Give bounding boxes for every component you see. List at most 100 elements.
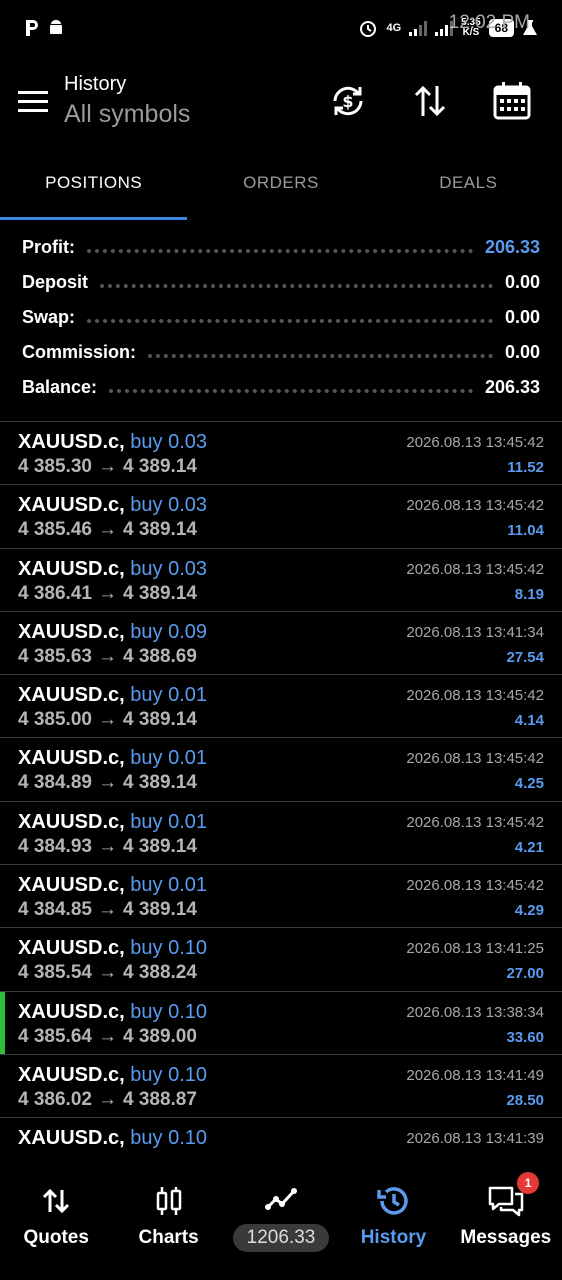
deposit-row: Deposit 0.00	[22, 272, 540, 292]
nav-trade[interactable]: 1206.33	[225, 1152, 337, 1280]
alarm-icon	[360, 21, 377, 37]
arrow-icon: →	[97, 962, 117, 984]
deal-symbol: XAUUSD.c,	[18, 937, 125, 960]
deal-prices: 4 385.46 → 4 389.14	[18, 519, 197, 541]
arrow-icon: →	[97, 645, 117, 667]
nav-quotes[interactable]: Quotes	[0, 1152, 112, 1280]
deal-time: 2026.08.13 13:41:39	[406, 1130, 544, 1148]
title-block: History All symbols	[64, 73, 190, 129]
arrow-icon: →	[97, 1088, 117, 1110]
status-bar: 12:02 PM 4G 5.35 K/S 68	[0, 0, 562, 56]
deal-row[interactable]: XAUUSD.c, buy 0.09 4 385.63 → 4 388.69 2026.…	[0, 612, 562, 676]
deal-close-price: 4 389.14	[122, 899, 197, 921]
tab-deals[interactable]: DEALS	[375, 146, 562, 220]
tab-positions[interactable]: POSITIONS	[0, 146, 188, 220]
deal-prices: 4 384.93 → 4 389.14	[18, 836, 197, 858]
network-type: 4G	[386, 22, 402, 34]
nav-charts[interactable]: Charts	[112, 1152, 224, 1280]
arrow-icon: →	[97, 456, 117, 477]
deal-time: 2026.08.13 13:45:42	[406, 750, 544, 768]
deal-prices: 4 385.63 → 4 388.69	[18, 646, 197, 668]
deal-row[interactable]: XAUUSD.c, buy 0.03 4 385.46 → 4 389.14 2026.…	[0, 485, 562, 549]
deal-title: XAUUSD.c, buy 0.03	[18, 431, 207, 454]
deal-symbol: XAUUSD.c,	[18, 684, 125, 707]
deal-title: XAUUSD.c, buy 0.10	[18, 937, 207, 960]
deal-profit: 4.21	[514, 838, 544, 856]
deal-row[interactable]: XAUUSD.c, buy 0.01 4 384.93 → 4 389.14 2026.…	[0, 802, 562, 866]
tab-bar: POSITIONS ORDERS DEALS	[0, 146, 562, 220]
deal-symbol: XAUUSD.c,	[18, 1063, 125, 1086]
deal-profit: 27.54	[506, 648, 544, 666]
sort-button[interactable]	[402, 73, 458, 129]
deal-open-price: 4 385.46	[18, 519, 92, 541]
deal-open-price: 4 386.41	[18, 582, 92, 604]
deal-prices: 4 386.41 → 4 389.14	[18, 583, 197, 605]
symbol-filter[interactable]: All symbols	[64, 100, 190, 129]
arrow-icon: →	[97, 709, 117, 731]
app-p-icon	[26, 20, 38, 36]
deal-side: buy 0.09	[130, 620, 207, 643]
deal-prices: 4 385.64 → 4 389.00	[18, 1026, 197, 1048]
nav-messages[interactable]: 1 Messages	[450, 1152, 562, 1280]
hamburger-icon	[18, 90, 48, 94]
deal-side: buy 0.10	[130, 1000, 207, 1023]
deal-prices: 4 384.89 → 4 389.14	[18, 772, 197, 794]
calendar-icon	[493, 82, 531, 120]
deal-close-price: 4 389.14	[122, 772, 197, 794]
deal-row[interactable]: XAUUSD.c, buy 0.03 4 385.30 → 4 389.14 2026.…	[0, 422, 562, 486]
deal-open-price: 4 385.54	[18, 962, 92, 984]
svg-text:$: $	[342, 92, 353, 111]
deal-profit: 4.25	[514, 775, 544, 793]
deal-side: buy 0.01	[130, 684, 207, 707]
deal-close-price: 4 388.24	[122, 962, 197, 984]
deal-profit: 33.60	[506, 1028, 544, 1046]
deal-side: buy 0.03	[130, 494, 207, 517]
deal-close-price: 4 388.87	[122, 1088, 197, 1110]
deal-row[interactable]: XAUUSD.c, buy 0.03 4 386.41 → 4 389.14 2026.…	[0, 549, 562, 612]
swap-value: 0.00	[504, 307, 540, 327]
balance-row: Balance: 206.33	[22, 377, 540, 397]
refresh-button[interactable]: $	[320, 73, 376, 129]
deal-row[interactable]: XAUUSD.c, buy 0.10 4 386.02 → 4 388.87 2026.…	[0, 1055, 562, 1119]
deal-symbol: XAUUSD.c,	[18, 1000, 125, 1023]
deal-symbol: XAUUSD.c,	[18, 1127, 125, 1150]
deal-title: XAUUSD.c, buy 0.10	[18, 1064, 207, 1087]
tab-orders[interactable]: ORDERS	[187, 146, 374, 220]
deposit-value: 0.00	[504, 272, 540, 292]
deal-list[interactable]: XAUUSD.c, buy 0.03 4 385.30 → 4 389.14 2026.…	[0, 422, 562, 1182]
bottom-nav: Quotes Charts 1206.33 History 1 Messages	[0, 1152, 562, 1280]
deal-prices: 4 384.85 → 4 389.14	[18, 899, 197, 921]
deal-close-price: 4 389.14	[122, 582, 197, 604]
trend-line-icon	[265, 1188, 298, 1210]
calendar-button[interactable]	[484, 73, 540, 129]
deal-time: 2026.08.13 13:41:34	[406, 623, 544, 641]
arrow-icon: →	[97, 772, 117, 794]
deal-profit: 11.04	[507, 522, 544, 540]
deal-side: buy 0.10	[130, 937, 207, 960]
commission-value: 0.00	[504, 342, 540, 362]
deal-profit: 4.14	[514, 712, 544, 730]
deal-profit: 28.50	[506, 1091, 544, 1109]
deal-open-price: 4 385.64	[18, 1025, 92, 1047]
nav-history[interactable]: History	[337, 1152, 449, 1280]
deal-close-price: 4 388.69	[122, 645, 197, 667]
deal-open-price: 4 385.00	[18, 709, 92, 731]
commission-row: Commission: 0.00	[22, 342, 540, 362]
deal-prices: 4 386.02 → 4 388.87	[18, 1089, 197, 1111]
deal-row[interactable]: XAUUSD.c, buy 0.10 4 385.64 → 4 389.00 2026.…	[0, 991, 562, 1055]
deal-title: XAUUSD.c, buy 0.03	[18, 494, 207, 517]
deal-row[interactable]: XAUUSD.c, buy 0.01 4 384.89 → 4 389.14 2026.…	[0, 738, 562, 802]
deal-symbol: XAUUSD.c,	[18, 620, 125, 643]
menu-button[interactable]	[2, 70, 64, 132]
deal-row[interactable]: XAUUSD.c, buy 0.01 4 384.85 → 4 389.14 2026.…	[0, 865, 562, 929]
deal-open-price: 4 386.02	[18, 1088, 92, 1110]
deal-time: 2026.08.13 13:41:49	[406, 1066, 544, 1084]
deal-profit: 4.29	[514, 902, 544, 920]
deal-profit: 8.19	[514, 585, 544, 603]
deal-title: XAUUSD.c, buy 0.01	[18, 684, 207, 707]
deal-row[interactable]: XAUUSD.c, buy 0.01 4 385.00 → 4 389.14 2026.…	[0, 675, 562, 739]
arrow-icon: →	[97, 1025, 117, 1047]
deal-row[interactable]: XAUUSD.c, buy 0.10 4 385.54 → 4 388.24 2026.…	[0, 928, 562, 992]
signal-icon	[409, 20, 428, 36]
deal-close-price: 4 389.14	[122, 456, 197, 477]
